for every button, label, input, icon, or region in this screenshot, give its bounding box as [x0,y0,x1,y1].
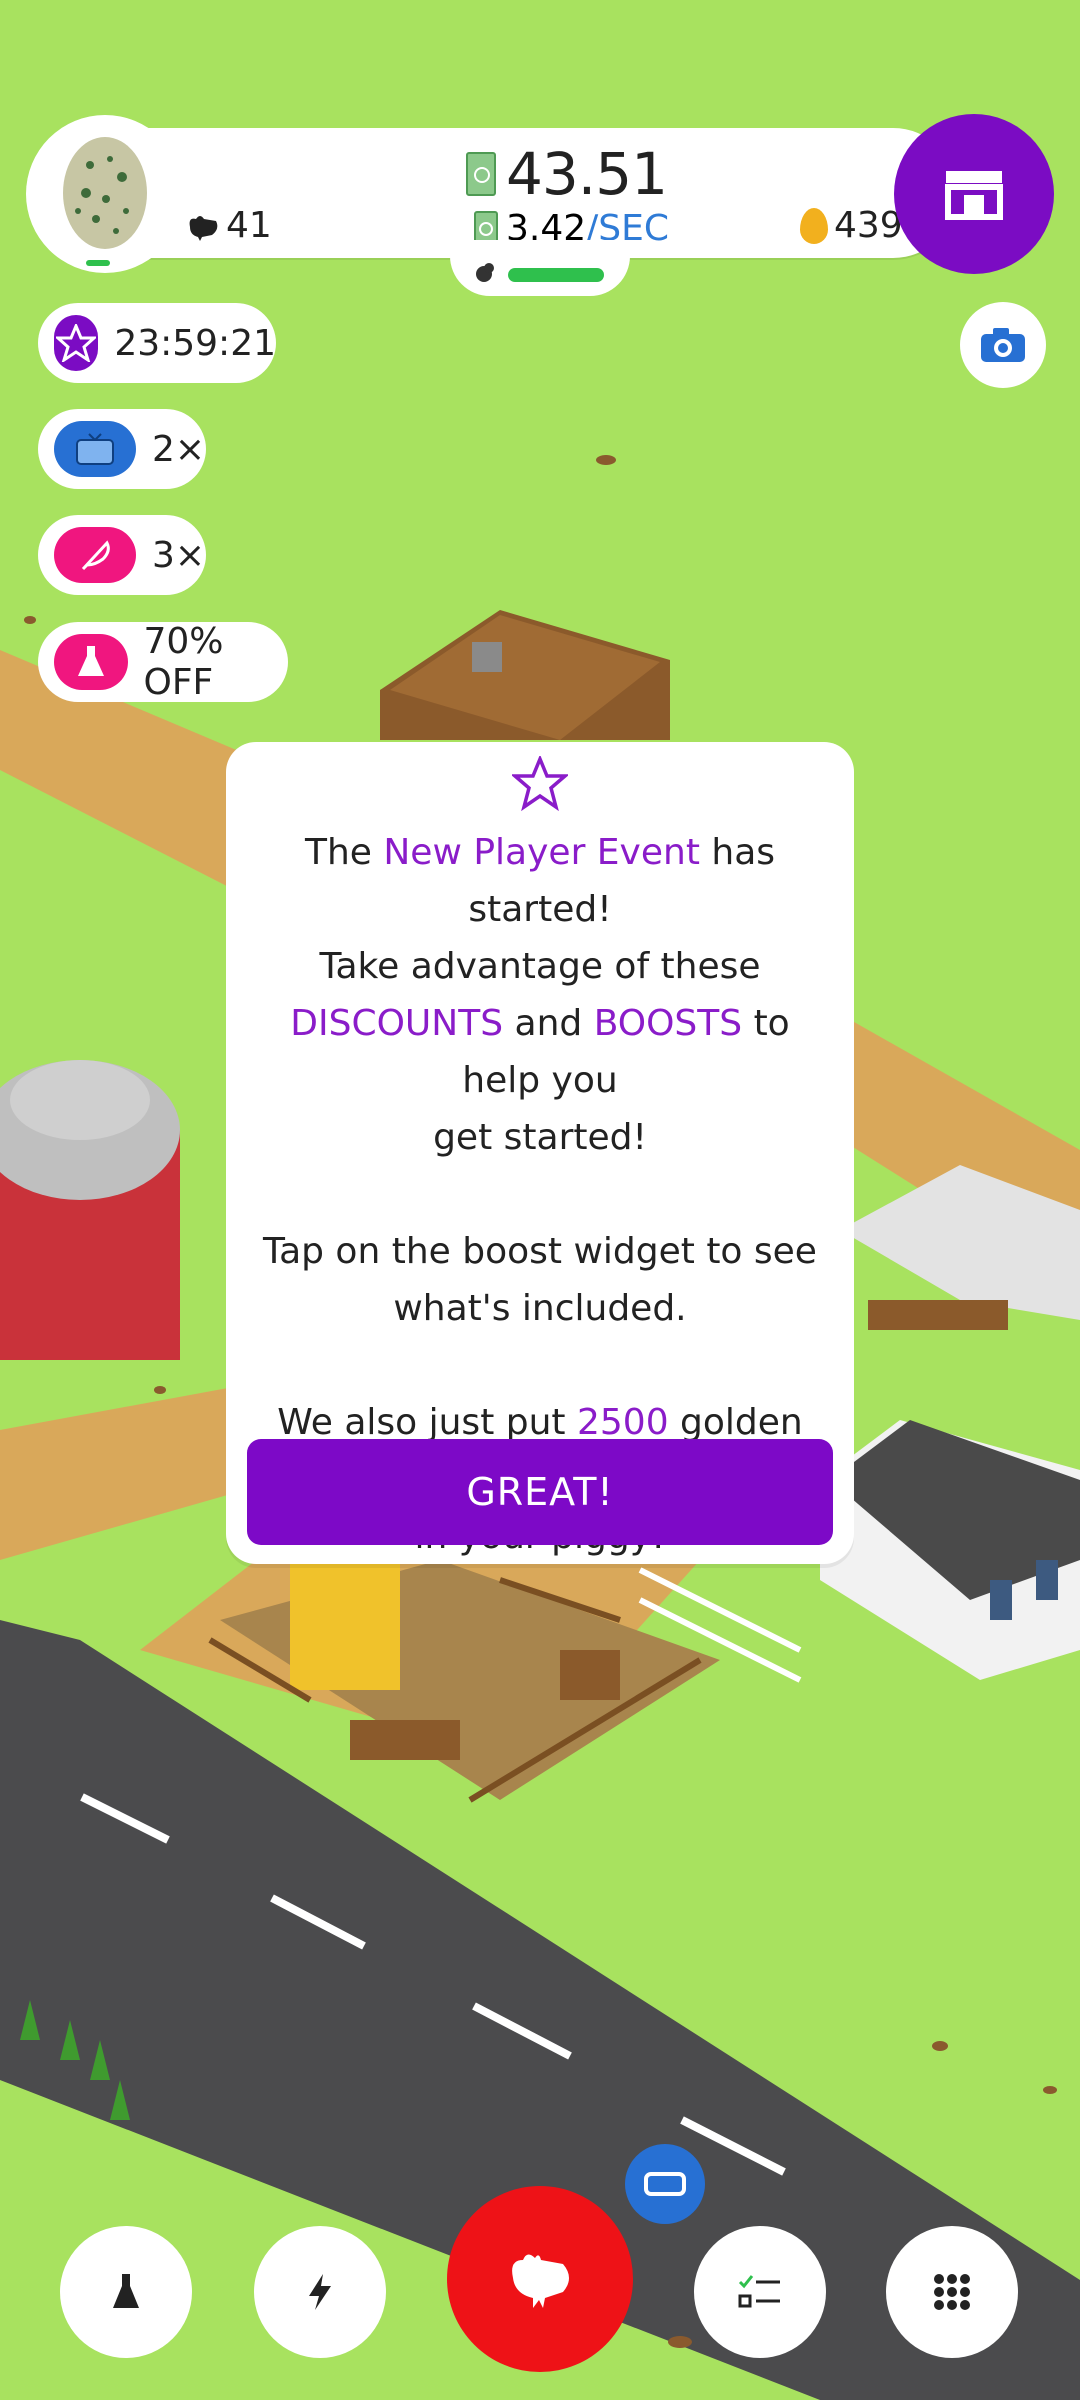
research-discount: 70% OFF [143,621,224,703]
golden-egg-icon [800,207,828,244]
new-player-event-dialog: The New Player Event has started! Take a… [226,742,854,1564]
camera-button[interactable] [960,302,1046,388]
ticket-button[interactable] [625,2144,705,2224]
chicken-count: 41 [186,205,272,246]
menu-button[interactable] [886,2226,1018,2358]
video-boost-multiplier: 2× [152,428,206,470]
msg-line5: Tap on the boost widget to see [263,1231,817,1272]
lightning-icon [309,2274,331,2310]
msg-line1-pre: The [304,832,384,873]
boosts-button[interactable] [254,2226,386,2358]
cash-display: 43.51 [466,140,668,208]
cash-amount: 43.51 [506,140,668,208]
star-icon [54,315,99,371]
cash-icon [466,152,496,196]
golden-eggs-value: 439 [834,205,903,246]
ticket-icon [644,2172,686,2196]
msg-event-name: New Player Event [383,832,700,873]
egg-progress [86,260,110,266]
research-button[interactable] [60,2226,192,2358]
chicken-count-value: 41 [226,205,272,246]
msg-line7-pre: We also just put [277,1402,577,1443]
chick-icon [474,262,496,290]
msg-discounts: DISCOUNTS [290,1003,504,1044]
msg-line2: Take advantage of these [319,946,761,987]
habitat-tab[interactable] [450,240,630,296]
grid-menu-icon [934,2274,970,2310]
shop-button[interactable] [894,114,1054,274]
msg-boosts: BOOSTS [593,1003,743,1044]
chicken-icon [189,215,218,241]
checklist-icon [738,2275,780,2308]
flask-icon [54,634,128,690]
flask-icon [113,2274,139,2308]
chicken-icon [512,2254,569,2308]
video-boost-widget[interactable]: 2× [38,409,206,489]
boost-timer-widget[interactable]: 23:59:21 [38,303,276,383]
research-discount-widget[interactable]: 70% OFF [38,621,288,703]
msg-line4: get started! [433,1117,647,1158]
camera-icon [981,328,1025,362]
egg-button[interactable] [26,115,184,273]
quill-boost-widget[interactable]: 3× [38,515,206,595]
quill-boost-multiplier: 3× [152,534,206,576]
tv-icon [54,421,136,477]
habitat-progress [508,268,604,282]
quill-icon [54,527,136,583]
boost-timer: 23:59:21 [114,322,276,364]
star-outline-icon [512,756,568,812]
great-button[interactable]: GREAT! [247,1439,833,1545]
msg-and: and [503,1003,594,1044]
hatch-chicken-button[interactable] [447,2186,633,2372]
shop-icon [945,171,1003,220]
missions-button[interactable] [694,2226,826,2358]
msg-line6: what's included. [393,1288,687,1329]
msg-golden-amount: 2500 [576,1402,669,1443]
golden-eggs: 439 [800,205,903,246]
speckled-egg-icon [63,137,147,249]
